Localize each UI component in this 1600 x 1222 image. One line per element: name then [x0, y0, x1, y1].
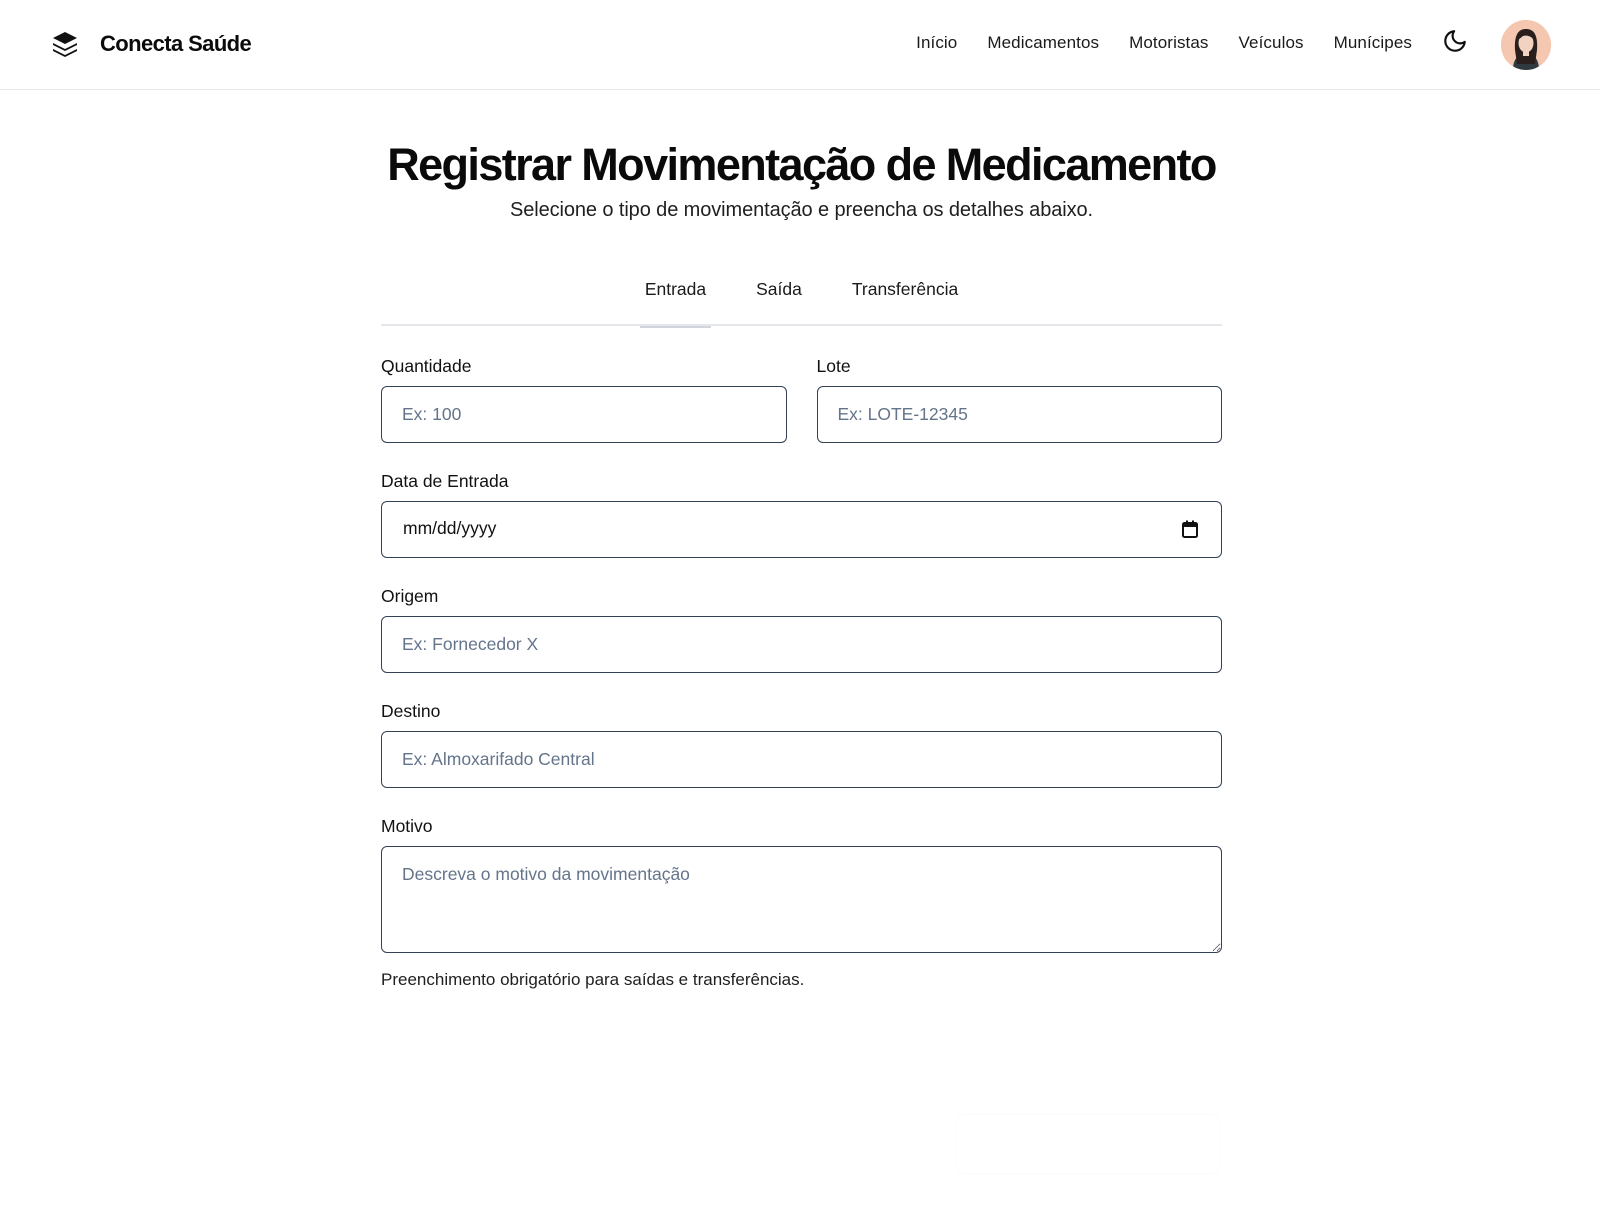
- nav-item-veiculos[interactable]: Veículos: [1239, 33, 1304, 53]
- date-input-value: mm/dd/yyyy: [403, 518, 497, 538]
- tab-entrada[interactable]: Entrada: [639, 270, 712, 328]
- reason-textarea[interactable]: [381, 846, 1222, 953]
- submit-button[interactable]: [957, 1115, 1219, 1173]
- page-subtitle: Selecione o tipo de movimentação e preen…: [510, 199, 1093, 221]
- nav-item-inicio[interactable]: Início: [916, 33, 957, 53]
- quantity-input[interactable]: [381, 386, 787, 443]
- nav-item-medicamentos[interactable]: Medicamentos: [987, 33, 1099, 53]
- tab-transferencia[interactable]: Transferência: [847, 270, 963, 326]
- main-content: Registrar Movimentação de Medicamento Se…: [381, 90, 1222, 1173]
- date-label: Data de Entrada: [381, 471, 509, 491]
- calendar-icon[interactable]: [1182, 520, 1198, 538]
- nav-item-motoristas[interactable]: Motoristas: [1129, 33, 1208, 53]
- date-input[interactable]: mm/dd/yyyy: [381, 501, 1222, 558]
- reason-helper-text: Preenchimento obrigatório para saídas e …: [381, 970, 805, 989]
- origin-input[interactable]: [381, 616, 1222, 673]
- user-portrait-icon: [1501, 20, 1551, 70]
- quantity-lot-row: Quantidade Lote: [381, 356, 1222, 443]
- moon-icon: [1444, 30, 1466, 52]
- destination-label: Destino: [381, 701, 441, 721]
- quantity-label: Quantidade: [381, 356, 472, 376]
- brand-name: Conecta Saúde: [100, 31, 252, 56]
- lot-label: Lote: [816, 356, 851, 376]
- destination-field-group: Destino: [381, 701, 1222, 788]
- brand[interactable]: Conecta Saúde: [51, 28, 252, 60]
- avatar[interactable]: [1501, 20, 1551, 70]
- date-input-box[interactable]: [381, 501, 1222, 558]
- nav-item-municipes[interactable]: Munícipes: [1334, 33, 1412, 53]
- lot-field-group: Lote: [816, 356, 1222, 443]
- quantity-field-group: Quantidade: [381, 356, 787, 443]
- date-field-group: Data de Entrada mm/dd/yyyy: [381, 471, 1222, 558]
- tab-saida[interactable]: Saída: [751, 270, 807, 326]
- main-nav: Início Medicamentos Motoristas Veículos …: [916, 33, 1412, 53]
- reason-label: Motivo: [381, 816, 433, 836]
- movement-type-tabs: Entrada Saída Transferência: [381, 270, 1222, 328]
- destination-input[interactable]: [381, 731, 1222, 788]
- origin-label: Origem: [381, 586, 439, 606]
- reason-field-group: Motivo Preenchimento obrigatório para sa…: [381, 816, 1222, 990]
- movement-form: Quantidade Lote Data de Entrada mm/dd/yy…: [381, 356, 1222, 990]
- layers-icon: [53, 32, 77, 57]
- top-navbar: Conecta Saúde Início Medicamentos Motori…: [0, 0, 1600, 90]
- origin-field-group: Origem: [381, 586, 1222, 673]
- lot-input[interactable]: [816, 386, 1222, 443]
- theme-toggle-button[interactable]: [1440, 26, 1470, 56]
- page-title: Registrar Movimentação de Medicamento: [387, 139, 1217, 190]
